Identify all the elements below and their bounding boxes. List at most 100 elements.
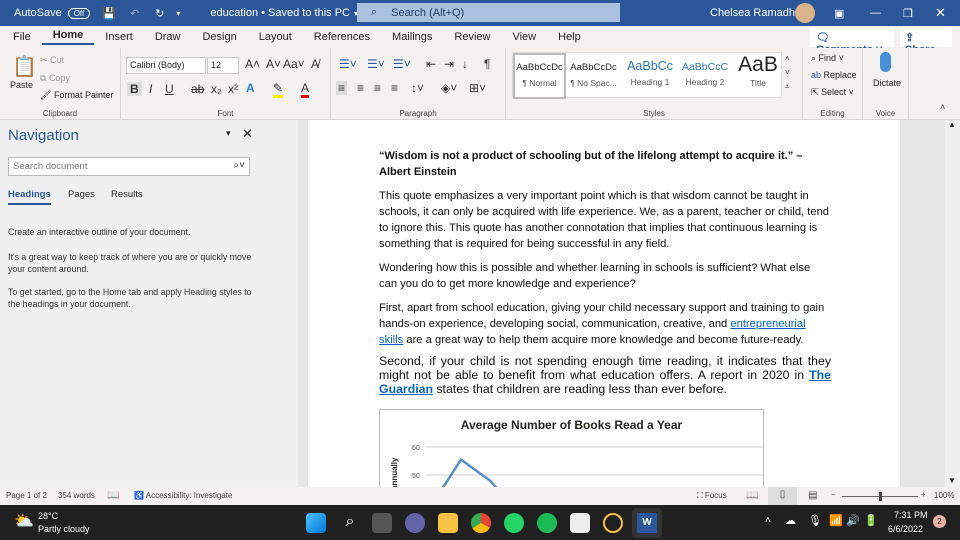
focus-button[interactable]: ⛶ Focus xyxy=(697,491,727,501)
onedrive-icon[interactable]: ☁ xyxy=(785,514,796,527)
tab-insert[interactable]: Insert xyxy=(94,31,144,43)
print-layout-icon[interactable]: ▯ xyxy=(768,487,797,505)
whatsapp-icon[interactable] xyxy=(504,513,524,533)
find-button[interactable]: ⌕ Find ˅ xyxy=(811,53,844,64)
close-icon[interactable]: ✕ xyxy=(935,5,946,21)
microphone-icon[interactable]: 🎙 xyxy=(808,514,822,527)
read-mode-icon[interactable]: 📖 xyxy=(746,490,758,501)
align-right-icon[interactable]: ≡ xyxy=(374,81,381,95)
scroll-up-icon[interactable]: ▲ xyxy=(948,120,956,129)
spotify-icon[interactable] xyxy=(537,513,557,533)
proofing-icon[interactable]: 📖 xyxy=(107,490,119,501)
styles-scroll-down-icon[interactable]: ˅ xyxy=(785,68,790,77)
accessibility-button[interactable]: ♿ Accessibility: Investigate xyxy=(134,491,232,500)
zoom-level[interactable]: 100% xyxy=(934,491,954,500)
zoom-slider[interactable] xyxy=(842,492,918,501)
select-button[interactable]: ⇱ Select ˅ xyxy=(811,87,854,98)
multilevel-list-icon[interactable]: ☰˅ xyxy=(393,57,411,71)
zoom-in-icon[interactable]: + xyxy=(921,490,926,499)
tab-references[interactable]: References xyxy=(303,31,381,43)
style-heading-2[interactable]: AaBbCcC Heading 2 xyxy=(678,53,732,99)
styles-scroll-up-icon[interactable]: ˄ xyxy=(785,54,790,63)
teams-chat-icon[interactable] xyxy=(405,513,425,533)
avatar[interactable] xyxy=(795,3,815,23)
nav-search-input[interactable]: Search document ⌕˅ xyxy=(8,157,250,176)
italic-icon[interactable]: I xyxy=(149,82,152,96)
task-view-icon[interactable] xyxy=(372,513,392,533)
volume-icon[interactable]: 🔊 xyxy=(846,514,860,527)
align-left-icon[interactable]: ≡ xyxy=(336,81,348,95)
paint-icon[interactable] xyxy=(570,513,590,533)
web-layout-icon[interactable]: ▤ xyxy=(808,490,817,501)
font-size-select[interactable]: 12 xyxy=(207,57,239,74)
increase-indent-icon[interactable]: ⇥ xyxy=(444,57,454,71)
nav-options-icon[interactable]: ▾ xyxy=(226,128,231,139)
file-explorer-icon[interactable] xyxy=(438,513,458,533)
dictate-button[interactable]: Dictate xyxy=(873,78,901,88)
undo-icon[interactable]: ↶ xyxy=(130,7,139,20)
nav-tab-results[interactable]: Results xyxy=(111,189,143,200)
search-box[interactable]: ⌕ Search (Alt+Q) xyxy=(357,3,620,22)
align-center-icon[interactable]: ≡ xyxy=(357,81,364,95)
tab-help[interactable]: Help xyxy=(547,31,592,43)
start-icon[interactable] xyxy=(306,513,326,533)
plex-icon[interactable] xyxy=(603,513,623,533)
redo-icon[interactable]: ↻ xyxy=(155,7,164,20)
paste-icon[interactable]: 📋 xyxy=(12,54,37,79)
tab-view[interactable]: View xyxy=(501,31,547,43)
search-icon[interactable]: ⌕ xyxy=(340,513,360,533)
nav-close-icon[interactable]: ✕ xyxy=(242,126,253,142)
tab-review[interactable]: Review xyxy=(443,31,501,43)
word-count[interactable]: 354 words xyxy=(58,491,95,500)
page-count[interactable]: Page 1 of 2 xyxy=(6,491,47,500)
format-painter-button[interactable]: 🖌 Format Painter xyxy=(40,90,113,101)
cut-button[interactable]: ✂ Cut xyxy=(40,55,64,66)
tab-draw[interactable]: Draw xyxy=(144,31,192,43)
highlight-icon[interactable]: ✎ xyxy=(273,81,284,98)
superscript-icon[interactable]: x² xyxy=(228,82,238,96)
save-icon[interactable]: 💾 xyxy=(102,7,116,20)
nav-tab-pages[interactable]: Pages xyxy=(68,189,95,200)
nav-tab-headings[interactable]: Headings xyxy=(8,189,51,205)
shrink-font-icon[interactable]: A˅ xyxy=(266,57,281,71)
zoom-out-icon[interactable]: − xyxy=(831,490,836,499)
style-heading-1[interactable]: AaBbCc Heading 1 xyxy=(623,53,677,99)
bold-icon[interactable]: B xyxy=(127,82,142,96)
vertical-scrollbar[interactable]: ▲ ▼ xyxy=(945,120,960,487)
collapse-ribbon-icon[interactable]: ˄ xyxy=(940,102,945,112)
line-spacing-icon[interactable]: ↕˅ xyxy=(411,81,424,95)
tab-design[interactable]: Design xyxy=(191,31,247,43)
borders-icon[interactable]: ⊞˅ xyxy=(469,81,486,95)
copy-button[interactable]: ⧉ Copy xyxy=(40,73,70,84)
customize-qat-icon[interactable]: ▾ xyxy=(176,9,180,18)
chart[interactable]: Average Number of Books Read a Year annu… xyxy=(379,409,764,487)
microphone-icon[interactable] xyxy=(880,52,891,72)
style-no-spacing[interactable]: AaBbCcDc ¶ No Spac... xyxy=(566,53,621,99)
restore-icon[interactable]: ❐ xyxy=(903,7,913,20)
tab-mailings[interactable]: Mailings xyxy=(381,31,443,43)
text-effects-icon[interactable]: A xyxy=(246,81,255,95)
change-case-icon[interactable]: Aa˅ xyxy=(283,57,305,71)
wifi-icon[interactable]: 📶 xyxy=(829,514,843,527)
document-title[interactable]: education • Saved to this PC xyxy=(210,7,350,19)
tab-file[interactable]: File xyxy=(2,31,42,43)
strikethrough-icon[interactable]: ab xyxy=(191,82,204,96)
zoom-slider-thumb[interactable] xyxy=(879,492,882,501)
styles-more-icon[interactable]: ⩡ xyxy=(785,82,790,92)
search-icon[interactable]: ⌕˅ xyxy=(234,160,245,171)
share-button[interactable]: ⇪ Share xyxy=(900,28,952,56)
numbering-icon[interactable]: ☰˅ xyxy=(367,57,385,71)
font-color-icon[interactable]: A xyxy=(301,81,310,98)
temperature[interactable]: 28°C xyxy=(38,511,58,521)
tab-home[interactable]: Home xyxy=(41,29,95,45)
tab-layout[interactable]: Layout xyxy=(248,31,303,43)
justify-icon[interactable]: ≡ xyxy=(391,81,398,95)
autosave-toggle[interactable]: Off xyxy=(67,7,91,19)
show-marks-icon[interactable]: ¶ xyxy=(484,57,490,71)
clear-formatting-icon[interactable]: A̸ xyxy=(311,57,319,71)
show-hidden-icons[interactable]: ˄ xyxy=(765,515,771,526)
notification-badge[interactable]: 2 xyxy=(933,515,946,528)
subscript-icon[interactable]: x₂ xyxy=(211,82,222,96)
weather-icon[interactable]: ⛅ xyxy=(14,511,34,531)
font-family-select[interactable]: Calibri (Body) xyxy=(126,57,206,74)
